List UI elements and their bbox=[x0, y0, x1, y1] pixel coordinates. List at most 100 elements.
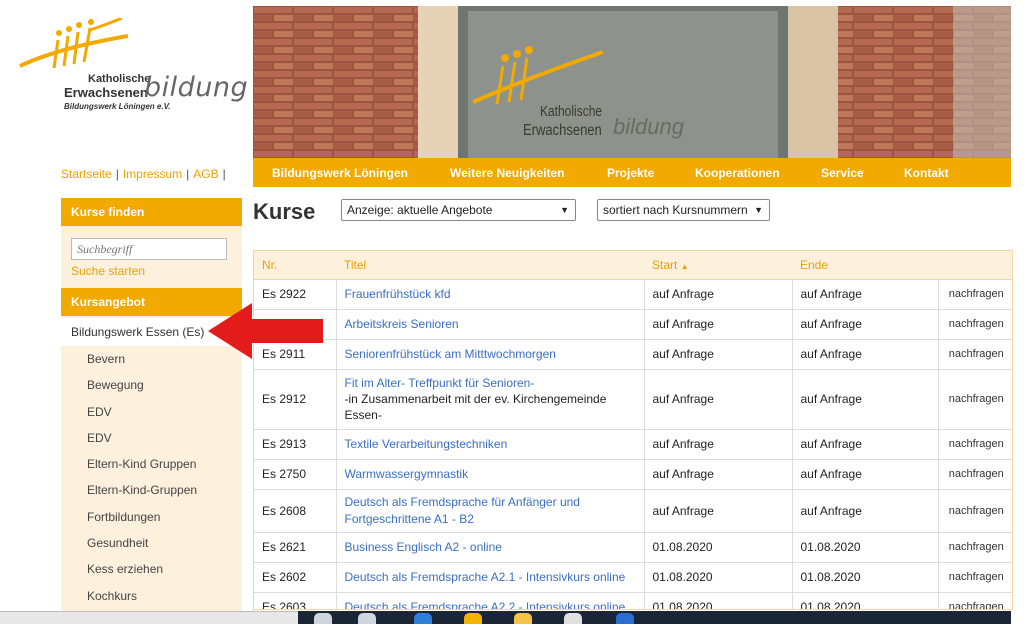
col-header-nr[interactable]: Nr. bbox=[254, 251, 336, 280]
cell-nr: Es 2621 bbox=[254, 531, 337, 562]
cell-end: auf Anfrage bbox=[792, 368, 939, 429]
separator: | bbox=[186, 167, 190, 181]
course-title-link[interactable]: Deutsch als Fremdsprache A2.2 - Intensiv… bbox=[336, 591, 645, 609]
cell-end: 01.08.2020 bbox=[792, 561, 939, 592]
filter-select-value: Anzeige: aktuelle Angebote bbox=[347, 203, 493, 217]
nav-bildungswerk-loeningen[interactable]: Bildungswerk Löningen bbox=[272, 166, 408, 180]
cell-end: auf Anfrage bbox=[792, 428, 939, 459]
course-title-link[interactable]: Textile Verarbeitungstechniken bbox=[336, 428, 645, 459]
course-title-link[interactable]: Deutsch als Fremdsprache für Anfänger un… bbox=[336, 488, 645, 532]
cell-start: 01.08.2020 bbox=[644, 591, 793, 609]
edge-browser-icon[interactable] bbox=[414, 613, 432, 624]
nachfragen-link[interactable]: nachfragen bbox=[938, 531, 1012, 562]
sort-select-value: sortiert nach Kursnummern bbox=[603, 203, 748, 217]
page-title: Kurse bbox=[253, 199, 316, 224]
nachfragen-link[interactable]: nachfragen bbox=[938, 338, 1012, 369]
table-row: Es 2750 Warmwassergymnastik auf Anfrage … bbox=[254, 458, 1012, 489]
browser-status-bar bbox=[0, 611, 298, 624]
separator: | bbox=[115, 167, 119, 181]
logo-line-3: bildung bbox=[144, 72, 249, 103]
sidebar-item[interactable]: Kess erziehen bbox=[61, 556, 242, 582]
cell-nr: Es 2602 bbox=[254, 561, 337, 592]
banner-sign-line-3: bildung bbox=[613, 114, 684, 139]
sidebar-item[interactable]: Eltern-Kind Gruppen bbox=[61, 451, 242, 477]
table-row: Es 2911 Seniorenfrühstück am Mitttwochmo… bbox=[254, 338, 1012, 369]
table-row: Es 2921 Arbeitskreis Senioren auf Anfrag… bbox=[254, 308, 1012, 339]
utility-links: Startseite | Impressum | AGB | bbox=[61, 167, 230, 181]
nachfragen-link[interactable]: nachfragen bbox=[938, 278, 1012, 309]
file-explorer-icon[interactable] bbox=[464, 613, 482, 624]
nav-kooperationen[interactable]: Kooperationen bbox=[695, 166, 780, 180]
sidebar-item[interactable]: Eltern-Kind-Gruppen bbox=[61, 477, 242, 503]
table-header-row: Nr. Titel Start ▲ Ende bbox=[254, 251, 1012, 280]
cell-start: auf Anfrage bbox=[644, 368, 793, 429]
app-icon[interactable] bbox=[514, 613, 532, 624]
nachfragen-link[interactable]: nachfragen bbox=[938, 561, 1012, 592]
sidebar-item[interactable]: Bewegung bbox=[61, 372, 242, 398]
filter-select[interactable]: Anzeige: aktuelle Angebote ▼ bbox=[341, 199, 576, 221]
cell-nr: Es 2750 bbox=[254, 458, 337, 489]
nachfragen-link[interactable]: nachfragen bbox=[938, 458, 1012, 489]
cell-start: 01.08.2020 bbox=[644, 561, 793, 592]
course-table: Nr. Titel Start ▲ Ende Es 2922 Frauenfrü… bbox=[254, 251, 1012, 609]
nav-weitere-neuigkeiten[interactable]: Weitere Neuigkeiten bbox=[450, 166, 564, 180]
course-title-link[interactable]: Seniorenfrühstück am Mitttwochmorgen bbox=[336, 338, 645, 369]
search-icon[interactable] bbox=[314, 613, 332, 624]
sidebar-find-title: Kurse finden bbox=[61, 198, 242, 226]
cell-nr: Es 2608 bbox=[254, 488, 337, 532]
sidebar-item[interactable]: Gesundheit bbox=[61, 530, 242, 556]
course-title-link[interactable]: Deutsch als Fremdsprache A2.1 - Intensiv… bbox=[336, 561, 645, 592]
table-row: Es 2603 Deutsch als Fremdsprache A2.2 - … bbox=[254, 591, 1012, 609]
sort-asc-icon: ▲ bbox=[680, 261, 689, 271]
separator: | bbox=[222, 167, 226, 181]
sort-select[interactable]: sortiert nach Kursnummern ▼ bbox=[597, 199, 770, 221]
table-row: Es 2602 Deutsch als Fremdsprache A2.1 - … bbox=[254, 561, 1012, 592]
course-title-link[interactable]: Warmwassergymnastik bbox=[336, 458, 645, 489]
nav-projekte[interactable]: Projekte bbox=[607, 166, 654, 180]
table-row: Es 2621 Business Englisch A2 - online 01… bbox=[254, 531, 1012, 562]
nav-kontakt[interactable]: Kontakt bbox=[904, 166, 949, 180]
cell-end: auf Anfrage bbox=[792, 278, 939, 309]
nachfragen-link[interactable]: nachfragen bbox=[938, 308, 1012, 339]
link-startseite[interactable]: Startseite bbox=[61, 167, 112, 181]
sidebar-category-list: Bevern Bewegung EDV EDV Eltern-Kind Grup… bbox=[61, 346, 242, 609]
col-header-end[interactable]: Ende bbox=[792, 251, 938, 280]
nachfragen-link[interactable]: nachfragen bbox=[938, 368, 1012, 429]
course-title-link[interactable]: Arbeitskreis Senioren bbox=[336, 308, 645, 339]
col-header-title[interactable]: Titel bbox=[336, 251, 644, 280]
task-view-icon[interactable] bbox=[358, 613, 376, 624]
search-input[interactable] bbox=[71, 238, 227, 260]
banner-sign-line-2: Erwachsenen bbox=[523, 120, 602, 139]
logo-line-4: Bildungswerk Löningen e.V. bbox=[64, 102, 171, 111]
cell-end: 01.08.2020 bbox=[792, 591, 939, 609]
sidebar: Kurse finden Suche starten Kursangebot B… bbox=[61, 198, 242, 624]
course-title-link[interactable]: Fit im Alter- Treffpunkt für Senioren- bbox=[345, 376, 535, 390]
link-impressum[interactable]: Impressum bbox=[123, 167, 182, 181]
store-icon[interactable] bbox=[564, 613, 582, 624]
table-row: Es 2608 Deutsch als Fremdsprache für Anf… bbox=[254, 488, 1012, 532]
search-start-link[interactable]: Suche starten bbox=[71, 264, 145, 278]
logo-figures-icon bbox=[19, 18, 129, 69]
page: Katholische Erwachsenen bildung Bildungs… bbox=[0, 0, 1024, 624]
cell-end: 01.08.2020 bbox=[792, 531, 939, 562]
sidebar-item[interactable]: EDV bbox=[61, 399, 242, 425]
nav-service[interactable]: Service bbox=[821, 166, 864, 180]
site-logo[interactable]: Katholische Erwachsenen bildung Bildungs… bbox=[18, 18, 248, 118]
app-icon[interactable] bbox=[616, 613, 634, 624]
nachfragen-link[interactable]: nachfragen bbox=[938, 488, 1012, 532]
cell-end: auf Anfrage bbox=[792, 458, 939, 489]
cell-end: auf Anfrage bbox=[792, 308, 939, 339]
col-header-start-label: Start bbox=[652, 257, 678, 272]
sidebar-item[interactable]: Kochkurs bbox=[61, 583, 242, 609]
col-header-start[interactable]: Start ▲ bbox=[644, 251, 792, 280]
red-arrow-annotation-icon bbox=[208, 303, 323, 359]
link-agb[interactable]: AGB bbox=[193, 167, 218, 181]
cell-end: auf Anfrage bbox=[792, 488, 939, 532]
sidebar-item[interactable]: EDV bbox=[61, 425, 242, 451]
course-title-link[interactable]: Business Englisch A2 - online bbox=[336, 531, 645, 562]
course-title-link[interactable]: Frauenfrühstück kfd bbox=[336, 278, 645, 309]
nachfragen-link[interactable]: nachfragen bbox=[938, 591, 1012, 609]
sidebar-item[interactable]: Fortbildungen bbox=[61, 504, 242, 530]
nachfragen-link[interactable]: nachfragen bbox=[938, 428, 1012, 459]
banner-sign-line-1: Katholische bbox=[540, 102, 603, 120]
